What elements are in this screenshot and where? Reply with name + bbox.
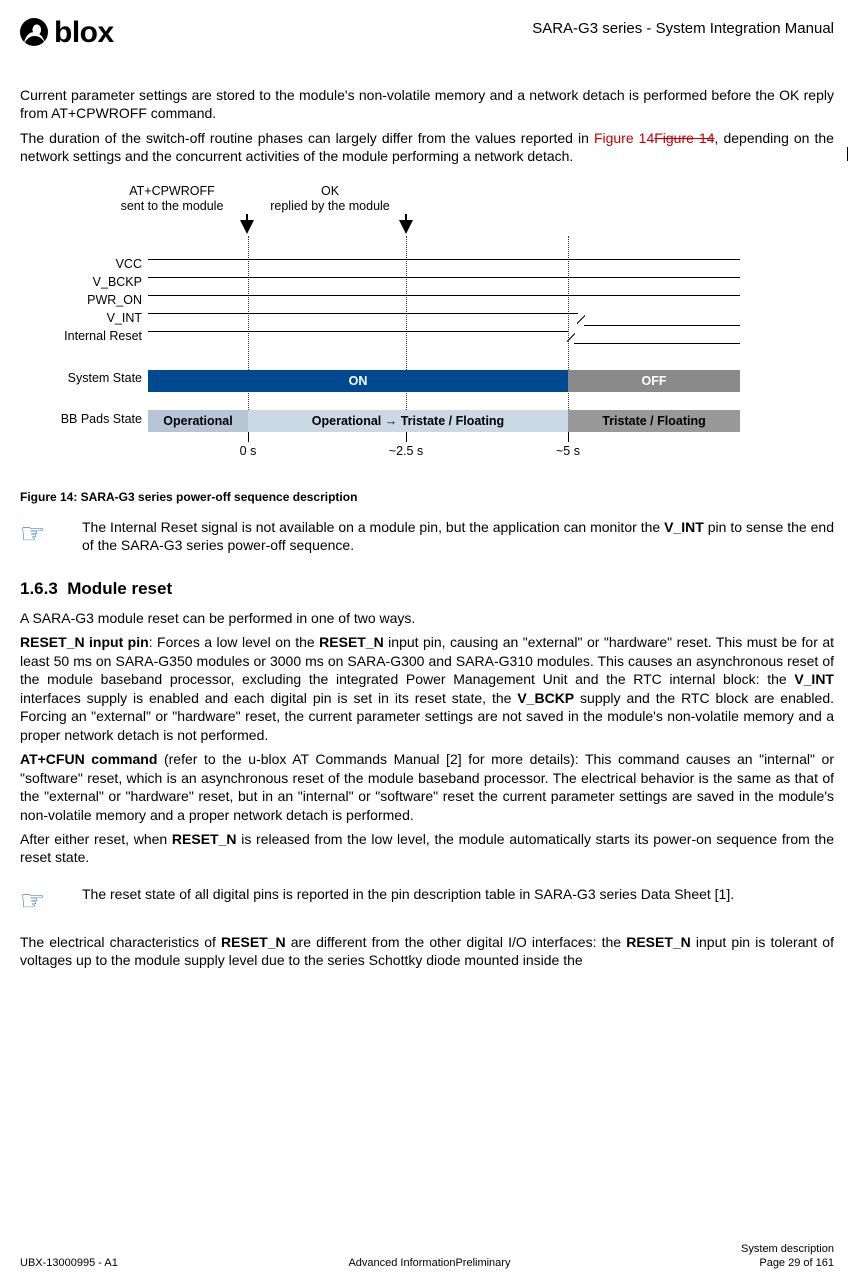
page-footer: UBX-13000995 - A1 Advanced InformationPr… (20, 1243, 834, 1269)
t2a: : Forces a low level on the (149, 634, 319, 650)
note1-bold: V_INT (664, 519, 704, 535)
note-text: The Internal Reset signal is not availab… (82, 518, 834, 555)
b-reset-pin: RESET_N input pin (20, 634, 149, 650)
sec-para-3: AT+CFUN command (refer to the u-blox AT … (20, 750, 834, 824)
footer-right-top: System description (741, 1243, 834, 1255)
bb-opt: Operational → Tristate / Floating (248, 410, 568, 432)
wave-vint-low (584, 325, 740, 327)
note-vint: ☞ The Internal Reset signal is not avail… (20, 518, 834, 555)
t4a: After either reset, when (20, 831, 172, 847)
b-resetn-2: RESET_N (172, 831, 237, 847)
sec-para-1: A SARA-G3 module reset can be performed … (20, 609, 834, 627)
wave-vbckp (148, 277, 740, 279)
sig-label: V_BCKP (20, 273, 142, 291)
sec-para-4: After either reset, when RESET_N is rele… (20, 830, 834, 867)
note2-text: The reset state of all digital pins is r… (82, 885, 834, 915)
b-resetn-4: RESET_N (626, 934, 691, 950)
doc-title: SARA-G3 series - System Integration Manu… (532, 18, 834, 37)
wave-vcc (148, 259, 740, 261)
sig-label: V_INT (20, 309, 142, 327)
sec-para-2: RESET_N input pin: Forces a low level on… (20, 633, 834, 744)
sig-label: VCC (20, 255, 142, 273)
wave-ir-high (148, 331, 568, 333)
brand-logo: blox (20, 18, 114, 48)
section-title: Module reset (67, 579, 172, 598)
p2-text-a: The duration of the switch-off routine p… (20, 130, 594, 146)
pointing-hand-icon: ☞ (20, 885, 64, 915)
time-2p5s: ~2.5 s (389, 444, 423, 458)
pointing-hand-icon: ☞ (20, 518, 64, 555)
tick (248, 432, 249, 442)
wave-pwron (148, 295, 740, 297)
wave-vint-fall (577, 313, 585, 326)
t5a: The electrical characteristics of (20, 934, 221, 950)
note-reset-state: ☞ The reset state of all digital pins is… (20, 885, 834, 915)
sig-label: Internal Reset (20, 327, 142, 345)
sig-label: PWR_ON (20, 291, 142, 309)
sys-off: OFF (568, 370, 740, 392)
sec-para-5: The electrical characteristics of RESET_… (20, 933, 834, 970)
figure-14: AT+CPWROFF sent to the module OK replied… (20, 184, 834, 484)
brand-text: blox (54, 18, 114, 48)
footer-page: Page 29 of 161 (741, 1257, 834, 1269)
wave-ir-fall (567, 331, 575, 344)
b-vbckp: V_BCKP (517, 690, 574, 706)
b-vint: V_INT (794, 671, 834, 687)
intro-para-1: Current parameter settings are stored to… (20, 86, 834, 123)
revision-bar (847, 147, 848, 161)
figure-link-old: Figure 14 (654, 130, 714, 146)
page-header: blox SARA-G3 series - System Integration… (20, 18, 834, 48)
intro-para-2: The duration of the switch-off routine p… (20, 129, 834, 166)
sys-on: ON (148, 370, 568, 392)
b-resetn-3: RESET_N (221, 934, 286, 950)
tick (406, 432, 407, 442)
b-atcfun: AT+CFUN command (20, 751, 157, 767)
tick (568, 432, 569, 442)
bb-pads-state-bar: Operational Operational → Tristate / Flo… (148, 410, 740, 432)
section-heading: 1.6.3 Module reset (20, 579, 834, 599)
b-resetn-1: RESET_N (319, 634, 384, 650)
footer-center: Advanced InformationPreliminary (348, 1257, 510, 1269)
sig-label: BB Pads State (20, 410, 142, 428)
system-state-bar: ON OFF (148, 370, 740, 392)
logo-icon (20, 18, 48, 46)
t2c: interfaces supply is enabled and each di… (20, 690, 517, 706)
bb-op: Operational (148, 410, 248, 432)
wave-vint-high (148, 313, 578, 315)
sig-label: System State (20, 369, 142, 387)
section-number: 1.6.3 (20, 579, 58, 598)
time-0s: 0 s (240, 444, 257, 458)
t5b: are different from the other digital I/O… (286, 934, 627, 950)
time-5s: ~5 s (556, 444, 580, 458)
figure-caption: Figure 14: SARA-G3 series power-off sequ… (20, 490, 834, 504)
footer-left: UBX-13000995 - A1 (20, 1257, 118, 1269)
wave-ir-low (574, 343, 740, 345)
figure-link-new[interactable]: Figure 14 (594, 130, 654, 146)
note1-a: The Internal Reset signal is not availab… (82, 519, 664, 535)
bb-tri: Tristate / Floating (568, 410, 740, 432)
